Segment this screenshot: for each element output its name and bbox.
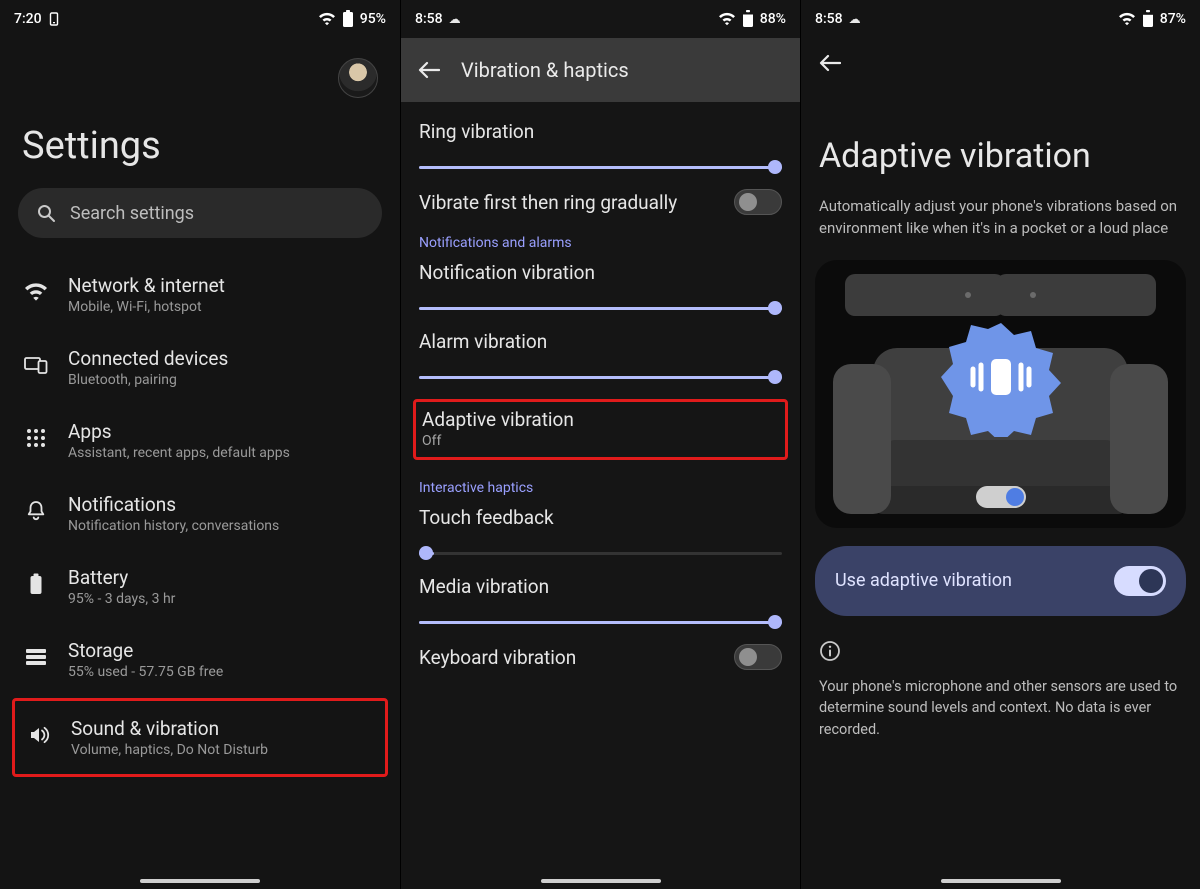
status-time: 7:20	[14, 11, 42, 27]
item-subtitle: 95% - 3 days, 3 hr	[68, 591, 175, 607]
status-battery-pct: 88%	[760, 11, 786, 27]
status-bar: 8:58 ☁ 87%	[801, 0, 1200, 32]
item-title: Storage	[68, 639, 223, 662]
item-subtitle: 55% used - 57.75 GB free	[68, 664, 223, 680]
alarm-vibration-slider[interactable]	[419, 367, 782, 387]
keyboard-vibration-toggle[interactable]	[734, 644, 782, 670]
ring-vibration-slider[interactable]	[419, 157, 782, 177]
item-subtitle: Volume, haptics, Do Not Disturb	[71, 742, 268, 758]
wifi-icon	[1118, 12, 1136, 26]
profile-avatar[interactable]	[338, 58, 378, 98]
status-time: 8:58	[815, 11, 843, 27]
illustration	[815, 260, 1186, 528]
use-adaptive-vibration-row[interactable]: Use adaptive vibration	[815, 546, 1186, 616]
status-bar: 8:58 ☁ 88%	[401, 0, 800, 32]
keyboard-vibration-label: Keyboard vibration	[419, 646, 576, 669]
battery-icon	[742, 10, 754, 28]
battery-icon	[22, 570, 50, 598]
illustration-toggle-icon	[976, 486, 1026, 508]
gesture-bar[interactable]	[541, 879, 661, 883]
status-bar: 7:20 95%	[0, 0, 400, 32]
item-sound-vibration[interactable]: Sound & vibration Volume, haptics, Do Not…	[15, 701, 385, 774]
wifi-icon	[22, 278, 50, 306]
item-title: Apps	[68, 420, 290, 443]
status-battery-pct: 95%	[360, 11, 386, 27]
section-notifications-alarms: Notifications and alarms	[419, 235, 782, 251]
battery-icon	[342, 10, 354, 28]
ring-vibration-label: Ring vibration	[419, 120, 782, 143]
status-time: 8:58	[415, 11, 443, 27]
item-subtitle: Bluetooth, pairing	[68, 372, 228, 388]
page-title: Adaptive vibration	[801, 76, 1200, 186]
use-adaptive-vibration-switch[interactable]	[1114, 566, 1166, 596]
status-battery-pct: 87%	[1160, 11, 1186, 27]
section-interactive-haptics: Interactive haptics	[419, 480, 782, 496]
alarm-vibration-label: Alarm vibration	[419, 330, 782, 353]
settings-screen: 7:20 95% Settings Search settings Networ…	[0, 0, 400, 889]
item-subtitle: Notification history, conversations	[68, 518, 279, 534]
item-connected-devices[interactable]: Connected devices Bluetooth, pairing	[4, 331, 396, 404]
volume-icon	[25, 721, 53, 749]
gesture-bar[interactable]	[941, 879, 1061, 883]
adaptive-vibration-state: Off	[422, 433, 779, 449]
devices-icon	[22, 351, 50, 379]
screen-title: Vibration & haptics	[461, 58, 629, 82]
app-bar: Vibration & haptics	[401, 38, 800, 102]
wifi-icon	[318, 12, 336, 26]
vibrate-first-toggle[interactable]	[734, 189, 782, 215]
vibration-badge-icon	[941, 317, 1061, 437]
item-apps[interactable]: Apps Assistant, recent apps, default apps	[4, 404, 396, 477]
touch-feedback-slider[interactable]	[419, 543, 782, 563]
search-settings[interactable]: Search settings	[18, 188, 382, 238]
page-subtitle: Automatically adjust your phone's vibrat…	[801, 186, 1200, 254]
adaptive-vibration-screen: 8:58 ☁ 87% Adaptive vibration Automatica…	[800, 0, 1200, 889]
highlight-adaptive-vibration: Adaptive vibration Off	[413, 399, 788, 460]
search-placeholder: Search settings	[70, 203, 194, 224]
vibration-haptics-screen: 8:58 ☁ 88% Vibration & haptics Ring vibr…	[400, 0, 800, 889]
adaptive-vibration-label: Adaptive vibration	[422, 408, 779, 431]
cloud-icon: ☁	[849, 12, 861, 26]
media-vibration-label: Media vibration	[419, 575, 782, 598]
item-network[interactable]: Network & internet Mobile, Wi-Fi, hotspot	[4, 258, 396, 331]
bell-icon	[22, 497, 50, 525]
gesture-bar[interactable]	[140, 879, 260, 883]
settings-list: Network & internet Mobile, Wi-Fi, hotspot…	[0, 258, 400, 777]
adaptive-vibration-item[interactable]: Adaptive vibration Off	[422, 408, 779, 449]
item-title: Battery	[68, 566, 175, 589]
notification-vibration-label: Notification vibration	[419, 261, 782, 284]
wifi-icon	[718, 12, 736, 26]
item-notifications[interactable]: Notifications Notification history, conve…	[4, 477, 396, 550]
item-battery[interactable]: Battery 95% - 3 days, 3 hr	[4, 550, 396, 623]
storage-icon	[22, 643, 50, 671]
vibrate-first-label: Vibrate first then ring gradually	[419, 191, 677, 214]
item-storage[interactable]: Storage 55% used - 57.75 GB free	[4, 623, 396, 696]
touch-feedback-label: Touch feedback	[419, 506, 782, 529]
use-adaptive-vibration-label: Use adaptive vibration	[835, 570, 1012, 591]
privacy-note: Your phone's microphone and other sensor…	[801, 662, 1200, 741]
cloud-icon: ☁	[449, 12, 461, 26]
apps-grid-icon	[22, 424, 50, 452]
item-title: Connected devices	[68, 347, 228, 370]
item-title: Network & internet	[68, 274, 225, 297]
info-icon	[819, 640, 841, 662]
item-title: Notifications	[68, 493, 279, 516]
notification-vibration-slider[interactable]	[419, 298, 782, 318]
item-subtitle: Mobile, Wi-Fi, hotspot	[68, 299, 225, 315]
back-button[interactable]	[801, 32, 1200, 76]
back-button[interactable]	[415, 56, 443, 84]
item-subtitle: Assistant, recent apps, default apps	[68, 445, 290, 461]
phone-icon	[48, 12, 60, 26]
battery-icon	[1142, 10, 1154, 28]
media-vibration-slider[interactable]	[419, 612, 782, 632]
highlight-sound-vibration: Sound & vibration Volume, haptics, Do Not…	[12, 698, 388, 777]
page-title: Settings	[0, 98, 400, 188]
item-title: Sound & vibration	[71, 717, 268, 740]
search-icon	[36, 203, 56, 223]
